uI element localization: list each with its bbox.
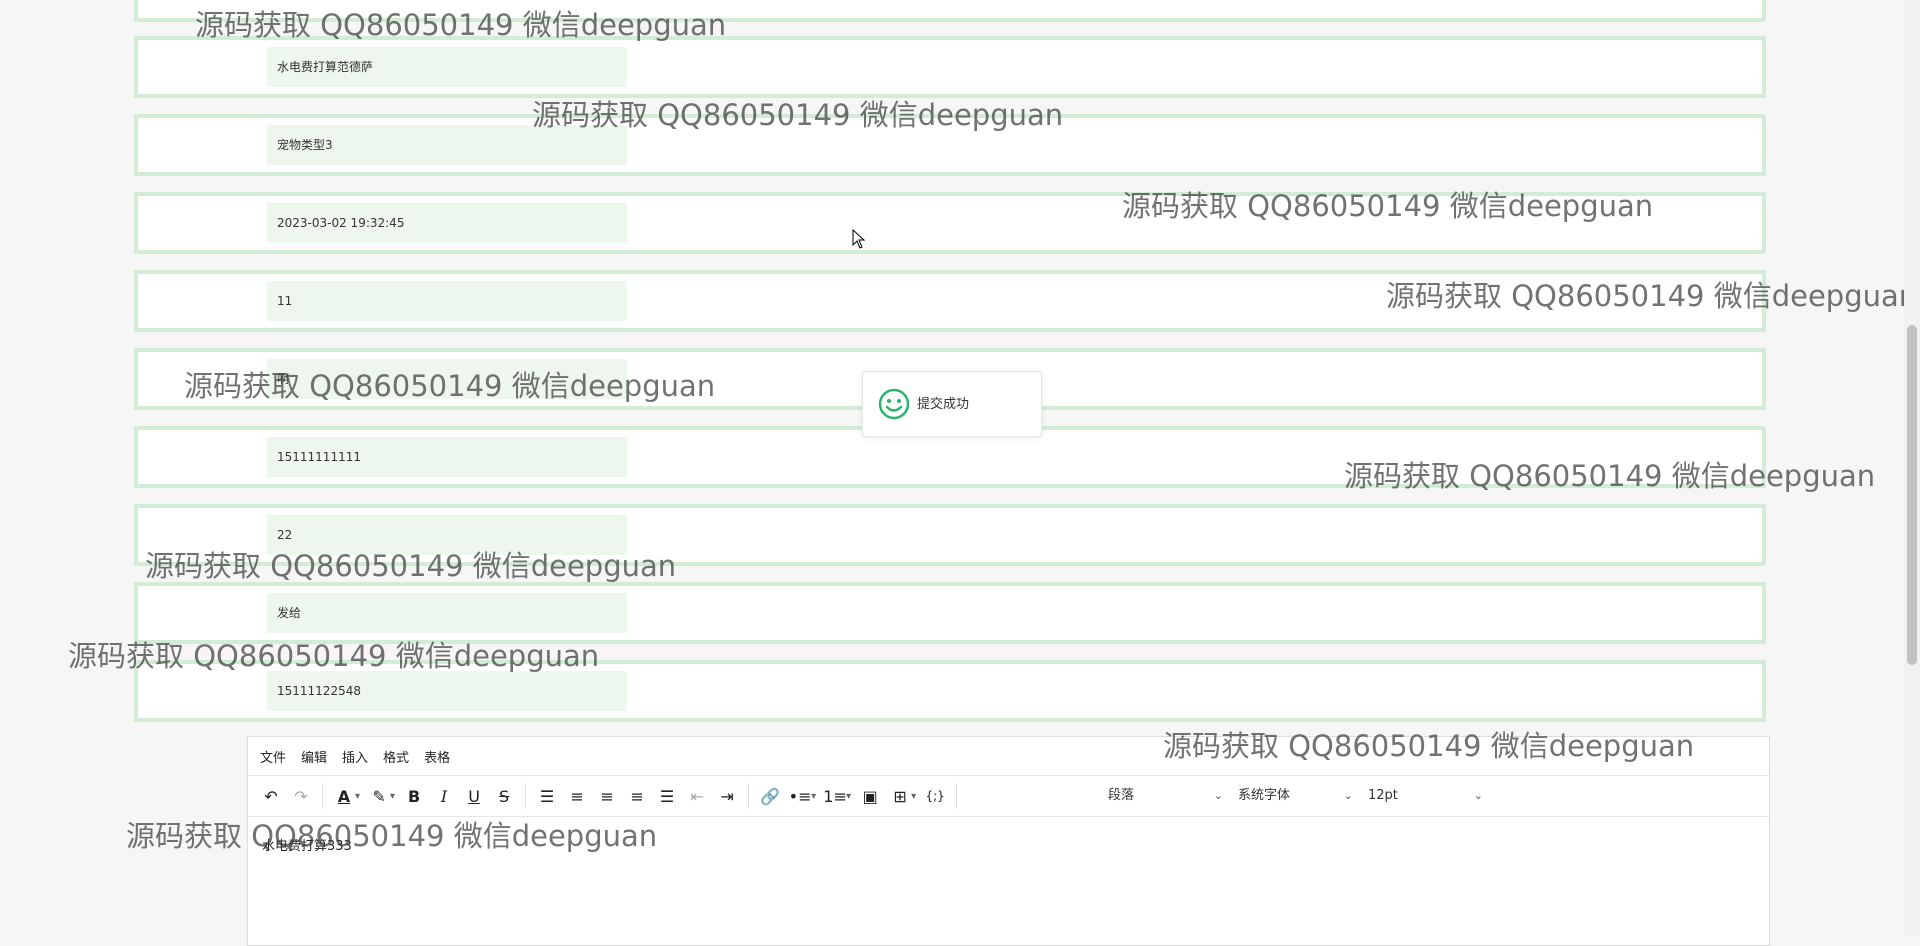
apply-time-field[interactable]: 2023-03-02 19:32:45 (267, 203, 627, 243)
form-row-account: 账号: 11 (134, 270, 1766, 332)
toolbar-divider (748, 783, 750, 809)
form-row-apply-time: 申请时间: 2023-03-02 19:32:45 (134, 192, 1766, 254)
align-right-icon[interactable]: ≡ (622, 781, 652, 811)
align-center-icon[interactable]: ≡ (592, 781, 622, 811)
font-family-select[interactable]: 系统字体 ⌄ (1238, 781, 1353, 811)
chevron-down-icon: ⌄ (1213, 789, 1223, 802)
redo-icon[interactable]: ↷ (286, 781, 316, 811)
block-format-select[interactable]: 段落 ⌄ (1108, 781, 1223, 811)
chevron-down-icon[interactable]: ▾ (811, 791, 816, 802)
form-row-partial (134, 0, 1766, 22)
menu-table[interactable]: 表格 (424, 747, 450, 766)
editor-toolbar: ↶ ↷ A ▾ ✎ ▾ B I U S ☰ ≡ ≡ ≡ ☰ ⇤ ⇥ 🔗 •≡ ▾… (248, 776, 1769, 817)
font-family-value: 系统字体 (1238, 788, 1291, 803)
menu-file[interactable]: 文件 (260, 747, 286, 766)
italic-icon[interactable]: I (429, 781, 459, 811)
menu-edit[interactable]: 编辑 (301, 747, 327, 766)
pet-type-field[interactable]: 宠物类型3 (267, 125, 627, 165)
indent-icon[interactable]: ⇥ (712, 781, 742, 811)
outdent-icon[interactable]: ⇤ (682, 781, 712, 811)
phone-field[interactable]: 15111111111 (267, 437, 627, 477)
chevron-down-icon: ⌄ (1343, 789, 1353, 802)
smile-icon (878, 388, 910, 420)
font-size-select[interactable]: 12pt ⌄ (1368, 781, 1483, 811)
toast-message: 提交成功 (917, 397, 970, 412)
scrollbar-thumb[interactable] (1907, 325, 1917, 665)
align-justify-icon[interactable]: ☰ (652, 781, 682, 811)
chevron-down-icon[interactable]: ▾ (390, 791, 395, 802)
editor-content[interactable]: 水电费打算333 (248, 817, 1769, 872)
line-height-icon[interactable]: ☰ (532, 781, 562, 811)
account-field[interactable]: 11 (267, 281, 627, 321)
chevron-down-icon: ⌄ (1473, 789, 1483, 802)
mouse-cursor-icon (852, 229, 866, 249)
name-field[interactable]: 啊 (267, 359, 627, 399)
pet-name-field[interactable]: 水电费打算范德萨 (267, 47, 627, 87)
foster-account-field[interactable]: 22 (267, 515, 627, 555)
form-row-contact-phone: 联系电话: 15111122548 (134, 660, 1766, 722)
chevron-down-icon[interactable]: ▾ (846, 791, 851, 802)
rich-text-editor: 文件 编辑 插入 格式 表格 ↶ ↷ A ▾ ✎ ▾ B I U S ☰ ≡ ≡… (247, 736, 1770, 946)
toolbar-divider (956, 783, 958, 809)
form-row-pet-name: 宠物名称: 水电费打算范德萨 (134, 36, 1766, 98)
block-format-value: 段落 (1108, 788, 1135, 803)
toolbar-divider (322, 783, 323, 809)
link-icon[interactable]: 🔗 (755, 781, 785, 811)
contact-phone-field[interactable]: 15111122548 (267, 671, 627, 711)
menu-insert[interactable]: 插入 (342, 747, 368, 766)
underline-icon[interactable]: U (459, 781, 489, 811)
chevron-down-icon[interactable]: ▾ (911, 791, 916, 802)
code-icon[interactable]: {;} (920, 781, 950, 811)
foster-name-field[interactable]: 发给 (267, 593, 627, 633)
strikethrough-icon[interactable]: S (489, 781, 519, 811)
chevron-down-icon[interactable]: ▾ (355, 791, 360, 802)
image-icon[interactable]: ▣ (855, 781, 885, 811)
menu-format[interactable]: 格式 (383, 747, 409, 766)
bold-icon[interactable]: B (399, 781, 429, 811)
font-size-value: 12pt (1368, 788, 1398, 803)
form-row-foster-account: 寄养账号: 22 (134, 504, 1766, 566)
undo-icon[interactable]: ↶ (256, 781, 286, 811)
align-left-icon[interactable]: ≡ (562, 781, 592, 811)
editor-menubar: 文件 编辑 插入 格式 表格 (248, 737, 1769, 776)
success-toast: 提交成功 (862, 371, 1042, 437)
toolbar-divider (525, 783, 527, 809)
page-scrollbar[interactable] (1904, 0, 1920, 936)
form-row-pet-type: 宠物类型: 宠物类型3 (134, 114, 1766, 176)
form-row-foster-name: 寄养姓名: 发给 (134, 582, 1766, 644)
